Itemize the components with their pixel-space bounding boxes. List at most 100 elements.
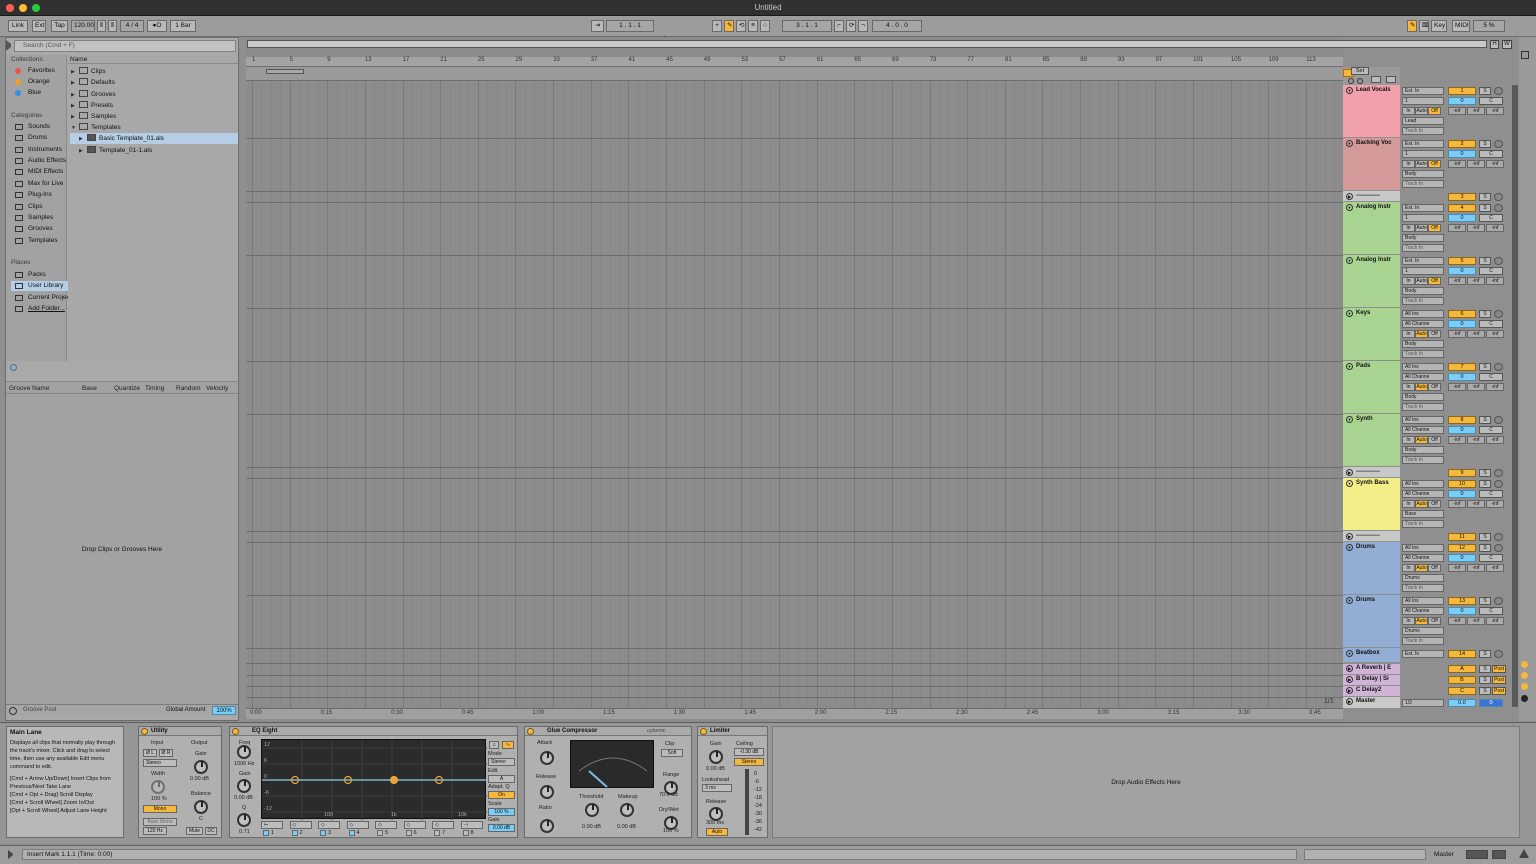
eq-gain-knob[interactable]	[237, 779, 251, 793]
collection-blue[interactable]: Blue	[11, 88, 69, 98]
send-a-field[interactable]: -inf	[1448, 436, 1466, 444]
eq-analyzer-icon[interactable]: ∿	[502, 741, 514, 749]
width-knob[interactable]	[151, 780, 165, 794]
lock-envelopes-icon[interactable]	[1386, 76, 1396, 83]
eq-band-toggle[interactable]	[377, 830, 383, 836]
return-track-name[interactable]: C Delay2	[1356, 687, 1381, 693]
device-power-icon[interactable]	[141, 728, 148, 735]
output-channel-select[interactable]: Track In	[1402, 403, 1444, 411]
limiter-lookahead-select[interactable]: 3 ms	[702, 784, 732, 792]
device-power-icon[interactable]	[232, 728, 239, 735]
post-button[interactable]: Post	[1492, 676, 1506, 684]
send-c-field[interactable]: -inf	[1486, 436, 1504, 444]
mute-button[interactable]: Mute	[186, 827, 203, 835]
track-name[interactable]: Drums	[1356, 597, 1375, 603]
gear-icon[interactable]	[10, 364, 17, 371]
loop-brace-area[interactable]	[246, 67, 1343, 81]
input-channel-select[interactable]: All Channe	[1402, 607, 1444, 615]
input-channel-select[interactable]: All Channe	[1402, 320, 1444, 328]
track-activator-button[interactable]: 13	[1448, 597, 1476, 605]
send-a-field[interactable]: -inf	[1448, 564, 1466, 572]
limiter-auto-release-button[interactable]: Auto	[706, 828, 728, 836]
output-select[interactable]: Drums	[1402, 574, 1444, 582]
input-channel-select[interactable]: 1	[1402, 267, 1444, 275]
solo-button[interactable]: S	[1479, 676, 1491, 684]
folder-grooves[interactable]: ▶ Grooves	[71, 89, 239, 100]
phase-left-button[interactable]: Ø L	[143, 749, 157, 757]
punch-in-icon[interactable]: ⌐	[834, 20, 844, 32]
loop-length-field[interactable]: 4 . 0 . 0	[872, 20, 922, 32]
send-a-field[interactable]: -inf	[1448, 500, 1466, 508]
monitor-in-button[interactable]: In	[1402, 107, 1415, 115]
channel-mode-select[interactable]: Stereo	[143, 759, 177, 767]
monitor-auto-button[interactable]: Auto	[1415, 500, 1428, 508]
input-channel-select[interactable]: 1	[1402, 97, 1444, 105]
input-type-select[interactable]: Ext. In	[1402, 87, 1444, 95]
track-volume-field[interactable]: 0	[1448, 150, 1476, 158]
nudge-down-icon[interactable]: ⦀	[97, 20, 106, 32]
overdub-icon[interactable]: +	[712, 20, 722, 32]
track-fold-icon[interactable]: ▼	[1346, 597, 1353, 604]
eq-frequency-knob[interactable]	[237, 745, 251, 759]
eq-filter-type-select[interactable]: ◇	[403, 821, 426, 829]
return-track-header[interactable]: ▶ A Reverb | E	[1343, 664, 1400, 674]
monitor-auto-button[interactable]: Auto	[1415, 277, 1428, 285]
monitor-off-button[interactable]: Off	[1428, 617, 1441, 625]
groove-name-header[interactable]: Groove Name	[9, 385, 49, 392]
ext-sync-button[interactable]: Ext	[32, 20, 46, 32]
send-a-field[interactable]: -inf	[1448, 277, 1466, 285]
global-amount-field[interactable]: 100%	[212, 706, 236, 715]
track-header[interactable]: ▶ ------------	[1343, 531, 1400, 541]
device-power-icon[interactable]	[700, 728, 707, 735]
send-c-field[interactable]: -inf	[1486, 500, 1504, 508]
track-volume-field[interactable]: 0	[1448, 426, 1476, 434]
return-activator-button[interactable]: C	[1448, 687, 1476, 695]
monitor-off-button[interactable]: Off	[1428, 383, 1441, 391]
monitor-in-button[interactable]: In	[1402, 500, 1415, 508]
track-name[interactable]: ------------	[1356, 193, 1380, 199]
track-name[interactable]: Drums	[1356, 544, 1375, 550]
output-select[interactable]: Body	[1402, 340, 1444, 348]
track-name[interactable]: Analog Instr	[1356, 257, 1391, 263]
dc-button[interactable]: DC	[205, 827, 217, 835]
arm-record-icon[interactable]	[1494, 363, 1503, 371]
send-c-field[interactable]: -inf	[1486, 277, 1504, 285]
arrangement-view[interactable]	[246, 37, 1343, 721]
nudge-up-icon[interactable]: ⦀	[108, 20, 117, 32]
track-header[interactable]: ▼ Synth	[1343, 414, 1400, 466]
limiter-title-bar[interactable]: Limiter	[698, 727, 767, 736]
song-position-field[interactable]: 1 . 1 . 1	[606, 20, 654, 32]
automation-toggle-icon[interactable]	[1371, 76, 1381, 83]
beat-time-ruler[interactable]: 1 5 9 13 17 21 25 29 33 37 41 45 49 53 57 61 65 69 73 77 81 8…	[246, 57, 1343, 67]
input-type-select[interactable]: All Ins	[1402, 416, 1444, 424]
solo-button[interactable]: S	[1479, 416, 1491, 424]
track-fold-icon[interactable]: ▼	[1346, 650, 1353, 657]
send-c-field[interactable]: -inf	[1486, 383, 1504, 391]
send-b-field[interactable]: -inf	[1467, 500, 1485, 508]
eq-band-toggle[interactable]	[462, 830, 469, 836]
drop-effects-zone[interactable]: Drop Audio Effects Here	[772, 726, 1520, 838]
balance-knob[interactable]	[194, 800, 208, 814]
category-instruments[interactable]: Instruments	[11, 145, 69, 155]
output-select[interactable]: Body	[1402, 446, 1444, 454]
solo-button[interactable]: S	[1479, 665, 1491, 673]
arm-record-icon[interactable]	[1494, 416, 1503, 424]
send-b-field[interactable]: -inf	[1467, 617, 1485, 625]
monitor-auto-button[interactable]: Auto	[1415, 107, 1428, 115]
send-c-field[interactable]: -inf	[1486, 160, 1504, 168]
groove-timing-header[interactable]: Timing	[145, 385, 164, 392]
monitor-off-button[interactable]: Off	[1428, 330, 1441, 338]
glue-ratio-knob[interactable]	[540, 819, 554, 833]
category-clips[interactable]: Clips	[11, 202, 69, 212]
output-channel-select[interactable]: Track In	[1402, 244, 1444, 252]
eq-band-toggle[interactable]	[348, 830, 355, 836]
return-track-name[interactable]: A Reverb | E	[1356, 665, 1391, 671]
category-midi-effects[interactable]: MIDI Effects	[11, 167, 69, 177]
eq-filter-type-select[interactable]: ◇	[318, 821, 340, 829]
group-fold-icon[interactable]: ▶	[1346, 469, 1353, 476]
bass-mono-button[interactable]: Bass Mono	[143, 818, 177, 826]
tempo-field[interactable]: 120.00	[71, 20, 95, 32]
group-fold-icon[interactable]: ▶	[1346, 533, 1353, 540]
groove-quantize-header[interactable]: Quantize	[114, 385, 140, 392]
track-pan-field[interactable]: C	[1479, 490, 1503, 498]
